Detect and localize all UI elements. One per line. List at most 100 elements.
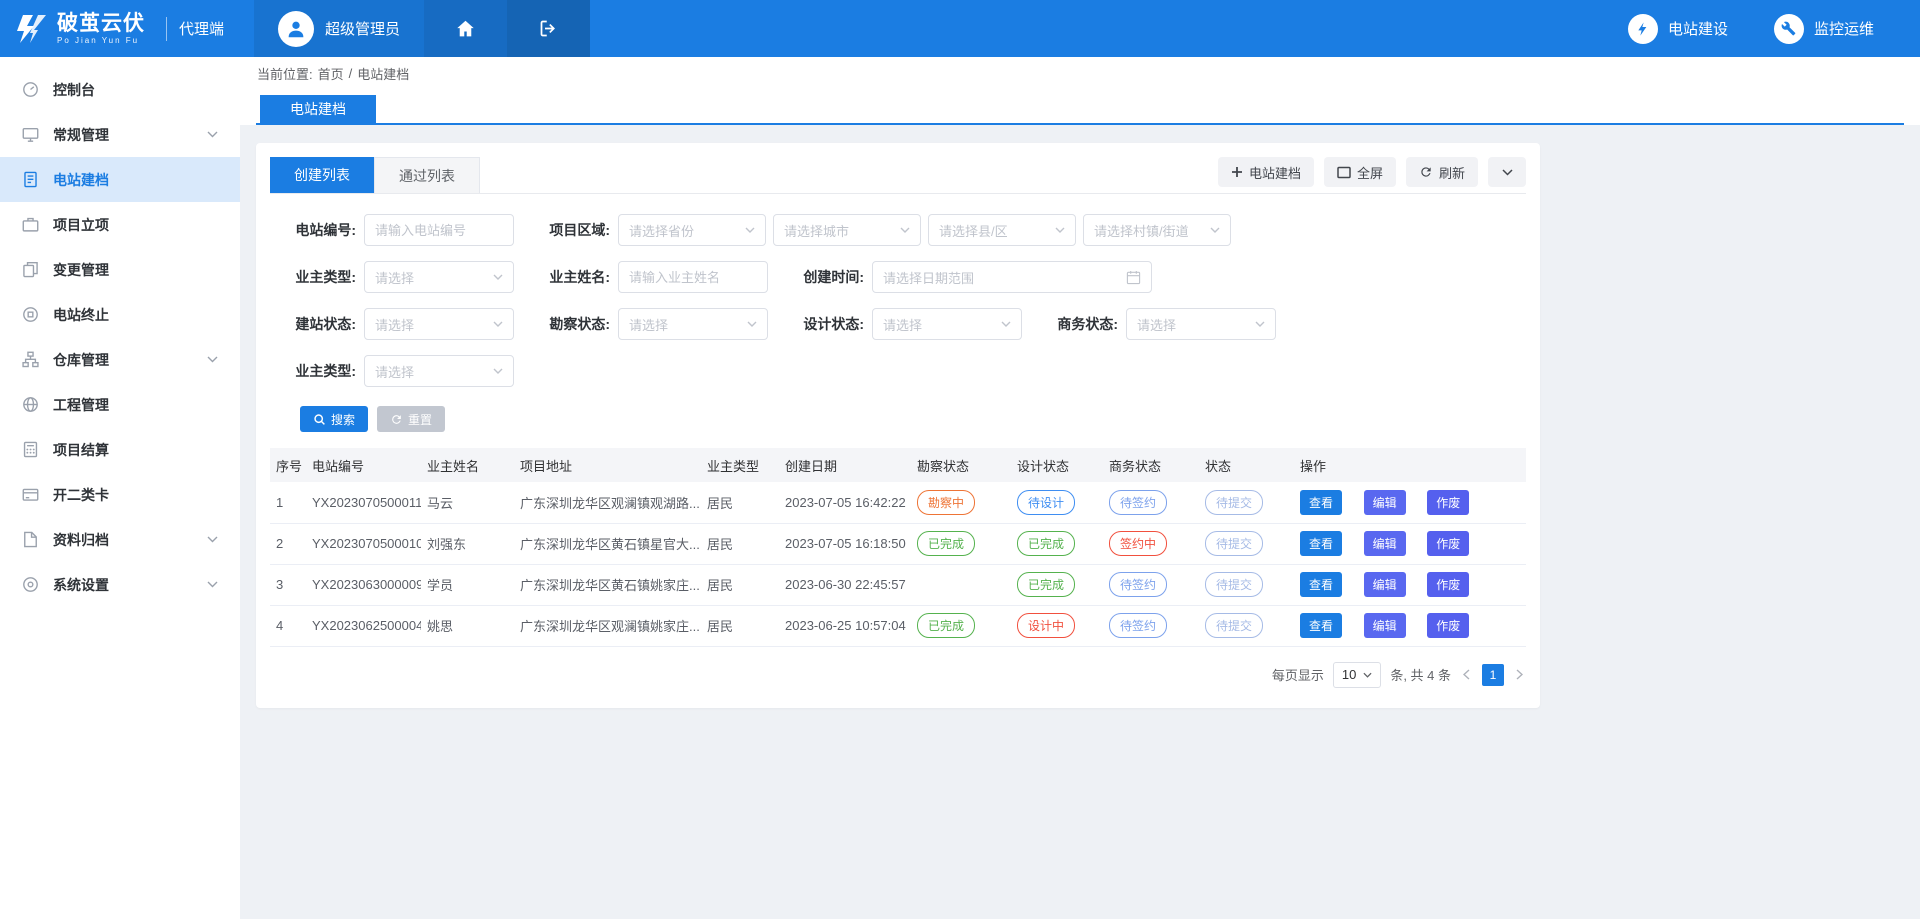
gauge-icon [22,81,39,98]
reset-button[interactable]: 重置 [377,406,445,432]
owner-name-label: 业主姓名: [528,267,610,287]
owner-type2-select[interactable]: 请选择 [364,355,514,387]
sidebar-item-general-management[interactable]: 常规管理 [0,112,240,157]
nav-station-construction[interactable]: 电站建设 [1628,14,1728,44]
per-page-label: 每页显示 [1272,665,1324,684]
sidebar-item-data-archiving[interactable]: 资料归档 [0,517,240,562]
status-badge: 待提交 [1205,490,1263,515]
view-button[interactable]: 查看 [1300,613,1342,638]
business-status-select[interactable]: 请选择 [1126,308,1276,340]
table-row: 2 YX2023070500010 刘强东 广东深圳龙华区黄石镇星官大... 居… [270,523,1526,564]
chevron-down-icon [1055,227,1065,233]
chevron-down-icon [493,274,503,280]
owner-name-input[interactable] [618,261,768,293]
chevron-down-icon [1502,169,1513,176]
station-code-input[interactable] [364,214,514,246]
town-select[interactable]: 请选择村镇/街道 [1083,214,1231,246]
province-select[interactable]: 请选择省份 [618,214,766,246]
sidebar-item-project-settlement[interactable]: 项目结算 [0,427,240,472]
status-badge: 待提交 [1205,531,1263,556]
sidebar-item-station-termination[interactable]: 电站终止 [0,292,240,337]
edit-button[interactable]: 编辑 [1364,531,1406,556]
brand-subtitle: Po Jian Yun Fu [57,37,145,45]
station-code-label: 电站编号: [274,220,356,240]
status-badge: 待签约 [1109,613,1167,638]
chevron-down-icon [1210,227,1220,233]
refresh-button[interactable]: 刷新 [1406,157,1478,187]
fullscreen-button[interactable]: 全屏 [1324,157,1396,187]
sidebar-item-engineering-management[interactable]: 工程管理 [0,382,240,427]
user-avatar [278,11,314,47]
breadcrumb-prefix: 当前位置: [257,64,313,83]
owner-type2-label: 业主类型: [274,361,356,381]
sidebar-item-change-management[interactable]: 变更管理 [0,247,240,292]
portal-label: 代理端 [166,17,224,41]
sidebar-item-type2-card[interactable]: 开二类卡 [0,472,240,517]
nav-monitor-ops[interactable]: 监控运维 [1774,14,1874,44]
sidebar-item-project-initiation[interactable]: 项目立项 [0,202,240,247]
calendar-icon [1126,270,1141,285]
list-tabs: 创建列表 通过列表 电站建档 全屏 刷新 [270,157,1526,194]
prev-page-button[interactable] [1460,669,1473,680]
void-button[interactable]: 作废 [1427,572,1469,597]
chevron-down-icon [207,581,218,588]
sidebar-item-station-filing[interactable]: 电站建档 [0,157,240,202]
card-icon [22,486,39,503]
per-page-select[interactable]: 10 [1333,662,1381,688]
breadcrumb: 当前位置: 首页 / 电站建档 [240,57,1920,90]
settings-icon [22,576,39,593]
status-badge: 勘察中 [917,490,975,515]
void-button[interactable]: 作废 [1427,490,1469,515]
chevron-down-icon [493,321,503,327]
home-button[interactable] [424,0,507,57]
sidebar-item-system-settings[interactable]: 系统设置 [0,562,240,607]
tab-passed-list[interactable]: 通过列表 [374,157,480,193]
tab-create-list[interactable]: 创建列表 [270,157,374,193]
create-time-range-input[interactable]: 请选择日期范围 [872,261,1152,293]
edit-button[interactable]: 编辑 [1364,613,1406,638]
brand: 破茧云伏 Po Jian Yun Fu [0,0,166,57]
build-status-select[interactable]: 请选择 [364,308,514,340]
design-status-select[interactable]: 请选择 [872,308,1022,340]
page-number[interactable]: 1 [1482,664,1504,686]
collapse-panel-button[interactable] [1488,157,1526,187]
status-badge: 签约中 [1109,531,1167,556]
chevron-down-icon [1363,672,1372,678]
edit-button[interactable]: 编辑 [1364,572,1406,597]
void-button[interactable]: 作废 [1427,613,1469,638]
wrench-icon [1774,14,1804,44]
breadcrumb-current: 电站建档 [357,64,409,83]
top-header: 破茧云伏 Po Jian Yun Fu 代理端 超级管理员 电站建设 监控运维 [0,0,1920,57]
county-select[interactable]: 请选择县/区 [928,214,1076,246]
view-button[interactable]: 查看 [1300,531,1342,556]
status-badge: 待提交 [1205,572,1263,597]
logout-button[interactable] [507,0,590,57]
region-label: 项目区域: [528,220,610,240]
next-page-button[interactable] [1513,669,1526,680]
view-button[interactable]: 查看 [1300,572,1342,597]
brand-logo-icon [14,15,48,43]
survey-status-label: 勘察状态: [528,314,610,334]
city-select[interactable]: 请选择城市 [773,214,921,246]
sidebar-item-warehouse-management[interactable]: 仓库管理 [0,337,240,382]
chevron-down-icon [1255,321,1265,327]
owner-type-select[interactable]: 请选择 [364,261,514,293]
survey-status-select[interactable]: 请选择 [618,308,768,340]
chevron-down-icon [900,227,910,233]
reset-icon [390,413,403,426]
nav-station-label: 电站建设 [1668,18,1728,39]
page-tab-station-filing[interactable]: 电站建档 [260,95,376,123]
sidebar: 控制台 常规管理 电站建档 项目立项 变更管理 电站终止 仓库管理 工程管理 项… [0,57,240,919]
edit-button[interactable]: 编辑 [1364,490,1406,515]
chevron-down-icon [207,536,218,543]
table-row: 1 YX2023070500011 马云 广东深圳龙华区观澜镇观湖路... 居民… [270,482,1526,523]
add-station-button[interactable]: 电站建档 [1218,157,1314,187]
status-badge: 待提交 [1205,613,1263,638]
search-button[interactable]: 搜索 [300,406,368,432]
user-menu[interactable]: 超级管理员 [254,0,424,57]
sidebar-item-console[interactable]: 控制台 [0,67,240,112]
business-status-label: 商务状态: [1036,314,1118,334]
view-button[interactable]: 查看 [1300,490,1342,515]
void-button[interactable]: 作废 [1427,531,1469,556]
breadcrumb-home[interactable]: 首页 [318,64,344,83]
